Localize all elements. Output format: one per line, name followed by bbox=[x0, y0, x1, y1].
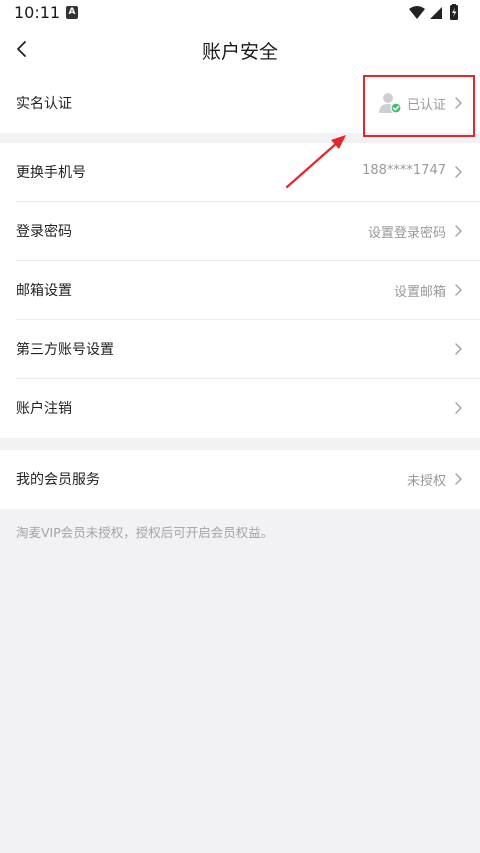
membership-service-label: 我的会员服务 bbox=[16, 472, 100, 488]
login-password-label: 登录密码 bbox=[16, 224, 72, 240]
change-phone-label: 更换手机号 bbox=[16, 165, 86, 181]
third-party-account-row[interactable]: 第三方账号设置 bbox=[0, 320, 480, 379]
account-cancellation-row[interactable]: 账户注销 bbox=[0, 379, 480, 438]
membership-section: 我的会员服务 未授权 bbox=[0, 450, 480, 509]
status-bar: 10:11 A bbox=[0, 0, 480, 26]
status-time: 10:11 bbox=[14, 3, 61, 22]
chevron-right-icon bbox=[455, 225, 462, 237]
page-title: 账户安全 bbox=[201, 41, 278, 63]
chevron-right-icon bbox=[455, 284, 462, 296]
change-phone-row[interactable]: 更换手机号 188****1747 bbox=[0, 143, 480, 202]
email-settings-row[interactable]: 邮箱设置 设置邮箱 bbox=[0, 261, 480, 320]
email-settings-value: 设置邮箱 bbox=[393, 285, 446, 300]
account-cancellation-label: 账户注销 bbox=[16, 401, 72, 417]
login-password-row[interactable]: 登录密码 设置登录密码 bbox=[0, 202, 480, 261]
navigation-bar: 账户安全 bbox=[0, 26, 480, 74]
email-settings-label: 邮箱设置 bbox=[16, 283, 72, 299]
app-notification-icon: A bbox=[66, 6, 78, 19]
annotation-highlight-box bbox=[363, 75, 475, 137]
wifi-icon bbox=[409, 4, 458, 20]
phone-number-value: 188****1747 bbox=[362, 163, 446, 178]
membership-note: 淘麦VIP会员未授权，授权后可开启会员权益。 bbox=[16, 525, 274, 540]
annotation-arrow bbox=[285, 135, 346, 189]
third-party-account-label: 第三方账号设置 bbox=[16, 342, 114, 358]
membership-status: 未授权 bbox=[406, 474, 446, 489]
chevron-right-icon bbox=[455, 166, 462, 178]
account-settings-section: 更换手机号 188****1747 登录密码 设置登录密码 邮箱设置 设置邮箱 … bbox=[0, 143, 480, 438]
chevron-right-icon bbox=[455, 343, 462, 355]
status-icons bbox=[408, 4, 468, 22]
membership-service-row[interactable]: 我的会员服务 未授权 bbox=[0, 450, 480, 509]
chevron-right-icon bbox=[455, 402, 462, 414]
login-password-value: 设置登录密码 bbox=[367, 226, 446, 241]
chevron-right-icon bbox=[455, 473, 462, 485]
real-name-label: 实名认证 bbox=[16, 96, 72, 112]
